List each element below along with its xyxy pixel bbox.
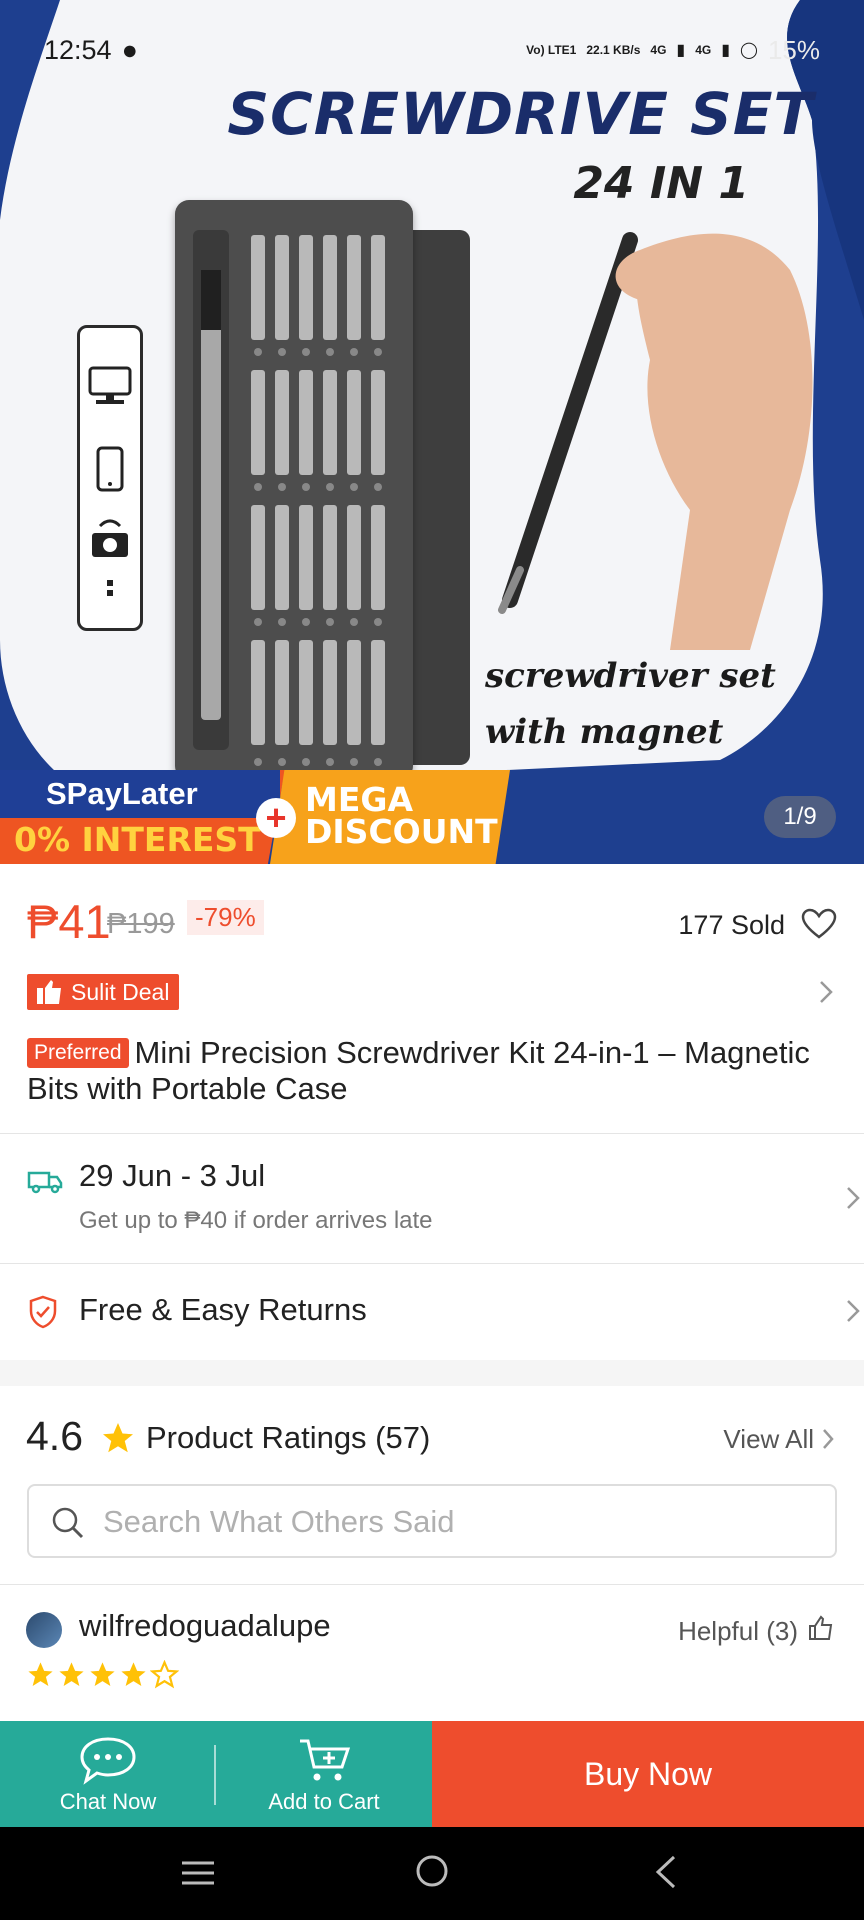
- chat-now-button[interactable]: Chat Now: [0, 1721, 216, 1827]
- camera-icon: [92, 519, 128, 557]
- hero-subline: 24 IN 1: [573, 158, 749, 209]
- bottom-action-bar: Chat Now Add to Cart Buy Now: [0, 1721, 864, 1827]
- more-icon: [107, 580, 113, 596]
- add-to-cart-button[interactable]: Add to Cart: [216, 1721, 432, 1827]
- deal-row[interactable]: Sulit Deal: [27, 972, 837, 1012]
- add-cart-icon: [300, 1739, 351, 1781]
- image-counter: 1/9: [764, 796, 836, 838]
- add-to-cart-label: Add to Cart: [268, 1789, 380, 1814]
- discount-badge: -79%: [187, 900, 264, 935]
- star-filled-icon: [59, 1662, 84, 1686]
- deal-label: Sulit Deal: [71, 979, 170, 1005]
- price-row: ₱41 ₱199 -79% 177 Sold: [27, 894, 837, 954]
- helpful-count[interactable]: Helpful (3): [678, 1616, 798, 1647]
- returns-label: Free & Easy Returns: [79, 1292, 367, 1327]
- review-stars: [26, 1660, 179, 1689]
- thumbs-up-icon[interactable]: [808, 1614, 834, 1642]
- device-icons: [88, 366, 132, 596]
- plus-icon: +: [256, 798, 296, 838]
- star-filled-icon: [28, 1662, 53, 1686]
- original-price: ₱199: [107, 908, 175, 940]
- caption-line-1: screwdriver set: [485, 656, 776, 696]
- screwdriver-case: [175, 200, 413, 780]
- chevron-right-icon: [847, 1187, 860, 1209]
- late-guarantee: Get up to ₱40 if order arrives late: [79, 1207, 433, 1234]
- product-title-text: Mini Precision Screwdriver Kit 24-in-1 –…: [27, 1035, 810, 1106]
- chat-bubble-icon: [80, 1737, 136, 1785]
- volte-indicator: Vo) LTE1: [526, 42, 577, 57]
- section-gap: [0, 1360, 864, 1386]
- shipping-row[interactable]: 29 Jun - 3 Jul Get up to ₱40 if order ar…: [0, 1134, 864, 1262]
- thumbs-up-tag-icon: [37, 980, 61, 1004]
- buy-now-button[interactable]: Buy Now: [432, 1721, 864, 1827]
- mega-discount-label: MEGA DISCOUNT: [305, 783, 515, 851]
- sulit-deal-badge: Sulit Deal: [27, 974, 180, 1010]
- product-image-carousel[interactable]: 12:54 ● Vo) LTE1 22.1 KB/s 4G ▮ 4G ▮ ◯ 1…: [0, 0, 864, 864]
- mega-line-2: DISCOUNT: [305, 812, 498, 851]
- status-time: 12:54: [44, 34, 112, 65]
- system-navigation-bar: [0, 1827, 864, 1920]
- case-contents: [193, 230, 385, 766]
- sold-count: 177 Sold: [678, 910, 785, 940]
- delivery-date: 29 Jun - 3 Jul: [79, 1158, 266, 1193]
- recent-apps-icon[interactable]: [180, 1857, 216, 1889]
- hero-caption: screwdriver set with magnet: [485, 648, 805, 760]
- product-title: Preferred Mini Precision Screwdriver Kit …: [27, 1035, 827, 1107]
- reviewer-username[interactable]: wilfredoguadalupe: [79, 1608, 331, 1644]
- signal-icon: ▮: [676, 42, 686, 59]
- monitor-icon: [88, 366, 132, 404]
- signal-icon: ▮: [721, 42, 731, 59]
- current-price: ₱41: [27, 895, 111, 948]
- promo-banner: SPayLater 0% INTEREST MEGA DISCOUNT: [0, 770, 864, 864]
- chat-bubble-icon: ●: [121, 34, 138, 65]
- back-icon[interactable]: [652, 1853, 680, 1891]
- interest-label: 0% INTEREST: [14, 820, 261, 859]
- phone-icon: [96, 446, 124, 492]
- network-type-1: 4G: [650, 42, 667, 57]
- hand-holding-screwdriver: [498, 232, 813, 650]
- heart-icon[interactable]: [801, 908, 837, 940]
- battery-icon: ◯: [740, 42, 758, 59]
- avatar[interactable]: [26, 1612, 62, 1648]
- device-compatibility-panel: [77, 325, 143, 631]
- review-search-box[interactable]: [27, 1484, 837, 1558]
- chevron-right-icon: [847, 1300, 860, 1322]
- chevron-right-icon: [820, 981, 833, 1003]
- search-icon: [52, 1507, 84, 1539]
- star-icon: [103, 1423, 133, 1453]
- star-filled-icon: [90, 1662, 115, 1686]
- review-search-input[interactable]: [101, 1492, 801, 1552]
- shield-check-icon: [29, 1295, 57, 1329]
- home-icon[interactable]: [414, 1853, 450, 1889]
- divider: [0, 1584, 864, 1585]
- network-type-2: 4G: [695, 42, 712, 57]
- view-all-label: View All: [723, 1424, 814, 1454]
- network-speed: 22.1 KB/s: [586, 42, 641, 57]
- rating-score: 4.6: [26, 1413, 83, 1459]
- star-filled-icon: [121, 1662, 146, 1686]
- chat-now-label: Chat Now: [59, 1789, 157, 1814]
- truck-icon: [27, 1171, 63, 1194]
- battery-level: 15%: [767, 34, 820, 65]
- returns-row[interactable]: Free & Easy Returns: [0, 1264, 864, 1358]
- ratings-label: Product Ratings (57): [146, 1420, 431, 1455]
- preferred-badge: Preferred: [27, 1038, 129, 1068]
- caption-line-2: with magnet: [485, 712, 724, 752]
- star-empty-icon: [150, 1660, 179, 1689]
- spaylater-label: SPayLater: [46, 776, 198, 811]
- chevron-right-icon: [823, 1429, 834, 1449]
- view-all-link[interactable]: View All: [694, 1418, 834, 1458]
- status-bar: 12:54 ● Vo) LTE1 22.1 KB/s 4G ▮ 4G ▮ ◯ 1…: [0, 0, 864, 100]
